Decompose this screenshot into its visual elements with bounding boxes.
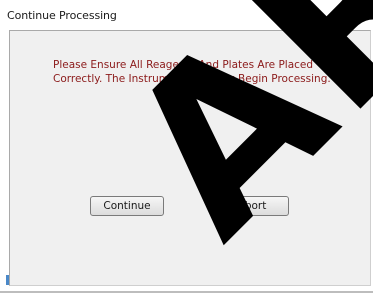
abort-button[interactable]: Abort [215,196,289,216]
continue-button[interactable]: Continue [90,196,164,216]
dialog-title: Continue Processing [7,9,117,22]
dialog-panel: Please Ensure All Reagents And Plates Ar… [9,30,371,286]
bottom-divider [0,291,373,293]
focus-indicator [6,275,9,285]
instruction-message: Please Ensure All Reagents And Plates Ar… [53,59,331,85]
